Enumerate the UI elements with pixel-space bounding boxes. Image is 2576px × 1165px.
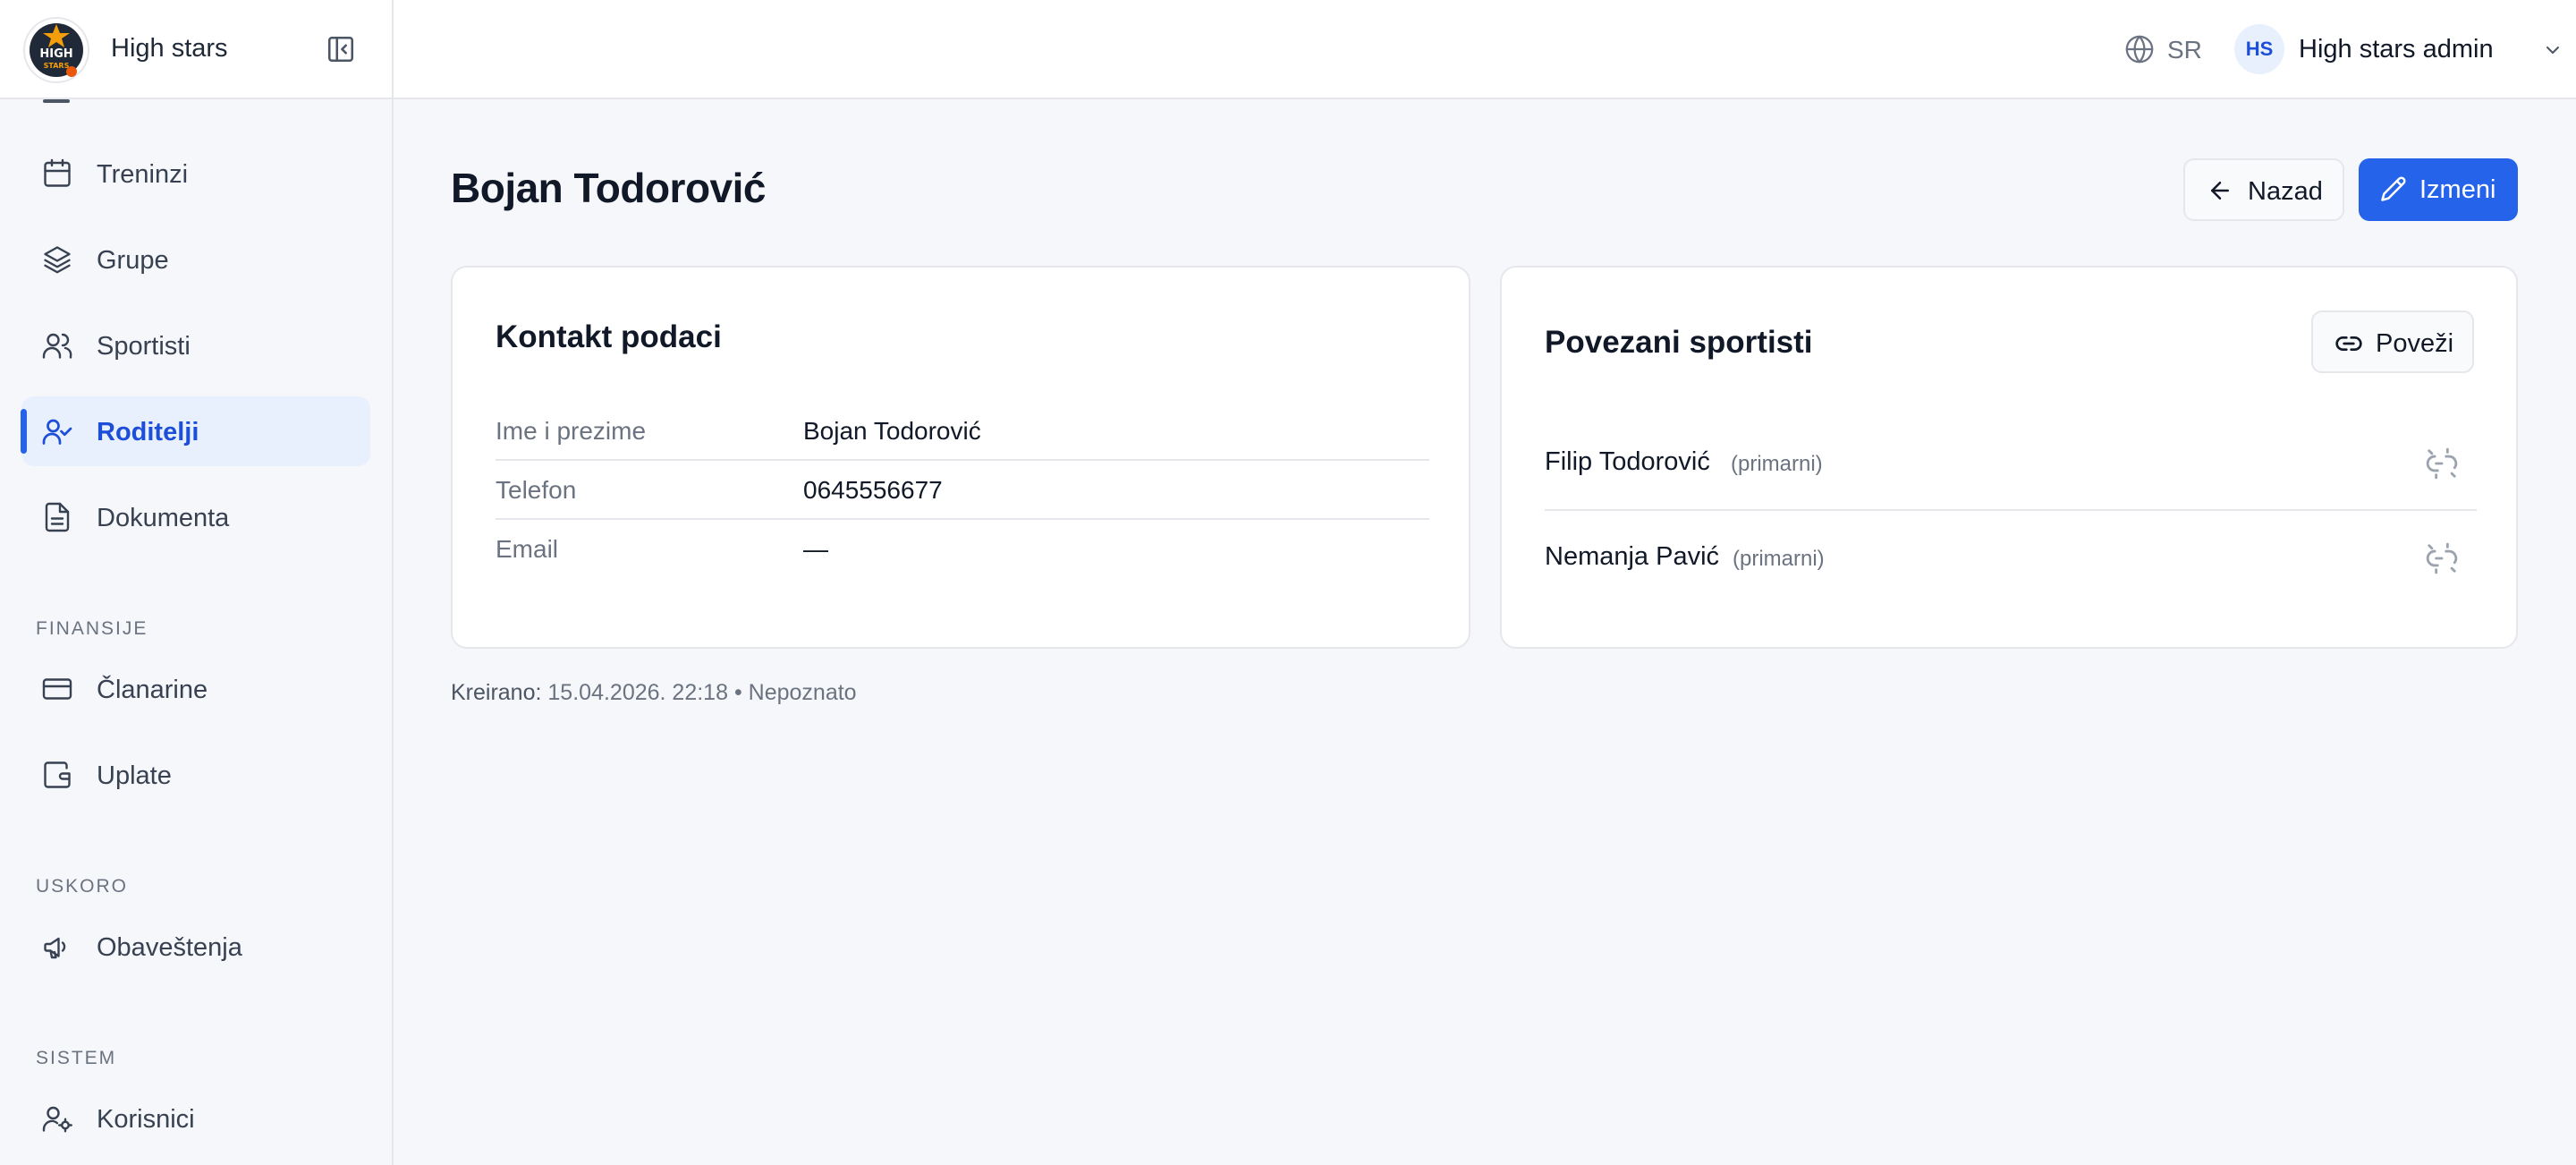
contact-row-email: Email — <box>496 520 1429 579</box>
meta-separator: • <box>733 680 742 705</box>
sidebar: HIGH STARS High stars Treninzi Grupe Spo… <box>0 0 394 1165</box>
sidebar-item-treninzi[interactable]: Treninzi <box>21 139 370 208</box>
user-name: High stars admin <box>2299 35 2494 64</box>
contact-key: Email <box>496 535 559 563</box>
record-meta: Kreirano: 15.04.2026. 22:18 • Nepoznato <box>451 680 857 706</box>
sidebar-item-grupe[interactable]: Grupe <box>21 225 370 294</box>
contact-card: Kontakt podaci Ime i prezime Bojan Todor… <box>451 266 1470 649</box>
megaphone-icon <box>41 931 73 963</box>
contact-key: Telefon <box>496 476 577 504</box>
chevron-down-icon <box>2542 39 2563 61</box>
wallet-icon <box>41 759 73 791</box>
unlink-athlete-button[interactable] <box>2425 541 2459 575</box>
linked-athletes-card: Povezani sportisti Poveži Filip Todorovi… <box>1500 266 2518 649</box>
link-icon <box>2334 329 2363 358</box>
edit-button[interactable]: Izmeni <box>2359 158 2518 221</box>
sidebar-item-label: Obaveštenja <box>97 933 242 962</box>
sidebar-collapse-button[interactable] <box>326 34 356 64</box>
sidebar-item-roditelji[interactable]: Roditelji <box>21 396 370 466</box>
sidebar-item-label: Treninzi <box>97 160 189 189</box>
sidebar-item-clanarine[interactable]: Članarine <box>21 654 370 724</box>
unlink-icon <box>2426 447 2458 480</box>
nav-section-finance: FINANSIJE <box>36 618 148 639</box>
back-button-label: Nazad <box>2248 177 2323 206</box>
nav-section-soon: USKORO <box>36 876 129 897</box>
top-header: SR HS High stars admin <box>394 0 2576 99</box>
logo-text-bottom: STARS <box>44 62 70 70</box>
avatar: HS <box>2234 24 2284 74</box>
arrow-left-icon <box>2207 177 2233 204</box>
linked-athlete-row: Filip Todorović (primarni) <box>1545 416 2477 511</box>
sidebar-brand: HIGH STARS High stars <box>0 0 392 99</box>
language-label: SR <box>2167 36 2202 64</box>
athlete-name[interactable]: Filip Todorović <box>1545 447 1710 477</box>
user-menu[interactable]: HS High stars admin <box>2234 23 2559 77</box>
link-athlete-label: Poveži <box>2376 329 2454 358</box>
file-text-icon <box>41 501 73 533</box>
sidebar-item-label: Roditelji <box>97 418 199 446</box>
contact-row-name: Ime i prezime Bojan Todorović <box>496 402 1429 461</box>
created-label: Kreirano: <box>451 680 542 705</box>
contact-card-title: Kontakt podaci <box>496 319 722 354</box>
panel-left-icon <box>327 36 354 63</box>
contact-row-phone: Telefon 0645556677 <box>496 461 1429 520</box>
created-by: Nepoznato <box>748 680 857 705</box>
globe-icon <box>2124 34 2155 64</box>
sidebar-item-obavestenja[interactable]: Obaveštenja <box>21 912 370 982</box>
sidebar-item-label: Sportisti <box>97 332 191 361</box>
back-button[interactable]: Nazad <box>2183 158 2344 221</box>
credit-card-icon <box>41 673 73 705</box>
sidebar-item-uplate[interactable]: Uplate <box>21 740 370 810</box>
logo-text-top: HIGH <box>39 47 72 61</box>
linked-athletes-title: Povezani sportisti <box>1545 325 1813 360</box>
unlink-athlete-button[interactable] <box>2425 446 2459 480</box>
active-indicator <box>21 409 27 454</box>
sidebar-item-label: Uplate <box>97 761 172 790</box>
brand-logo[interactable]: HIGH STARS <box>20 16 93 84</box>
athlete-role-tag: (primarni) <box>1731 452 1823 476</box>
brand-name: High stars <box>111 34 228 63</box>
contact-value: 0645556677 <box>803 476 943 504</box>
sidebar-item-korisnici[interactable]: Korisnici <box>21 1084 370 1153</box>
linked-athlete-row: Nemanja Pavić (primarni) <box>1545 511 2477 606</box>
athlete-name[interactable]: Nemanja Pavić <box>1545 542 1719 572</box>
user-check-icon <box>41 415 73 447</box>
pencil-icon <box>2380 175 2407 202</box>
nav-section-system: SISTEM <box>36 1048 117 1068</box>
sidebar-item-label: Grupe <box>97 246 169 275</box>
contact-key: Ime i prezime <box>496 417 647 445</box>
page-title: Bojan Todorović <box>451 165 767 211</box>
unlink-icon <box>2426 542 2458 574</box>
sidebar-item-sportisti[interactable]: Sportisti <box>21 310 370 380</box>
users-icon <box>41 329 73 361</box>
calendar-icon <box>41 157 73 190</box>
edit-button-label: Izmeni <box>2419 175 2496 204</box>
layers-icon <box>41 243 73 276</box>
sidebar-item-label: Dokumenta <box>97 504 230 532</box>
athlete-role-tag: (primarni) <box>1733 547 1825 571</box>
sidebar-item-dokumenta[interactable]: Dokumenta <box>21 482 370 552</box>
nav-scroll-stub <box>43 99 70 103</box>
contact-value: — <box>803 535 828 563</box>
contact-value: Bojan Todorović <box>803 417 981 445</box>
link-athlete-button[interactable]: Poveži <box>2311 310 2474 373</box>
sidebar-item-label: Korisnici <box>97 1105 195 1134</box>
sidebar-item-label: Članarine <box>97 676 208 704</box>
created-value: 15.04.2026. 22:18 <box>547 680 728 705</box>
user-cog-icon <box>41 1102 73 1135</box>
language-switcher[interactable]: SR <box>2124 32 2205 68</box>
